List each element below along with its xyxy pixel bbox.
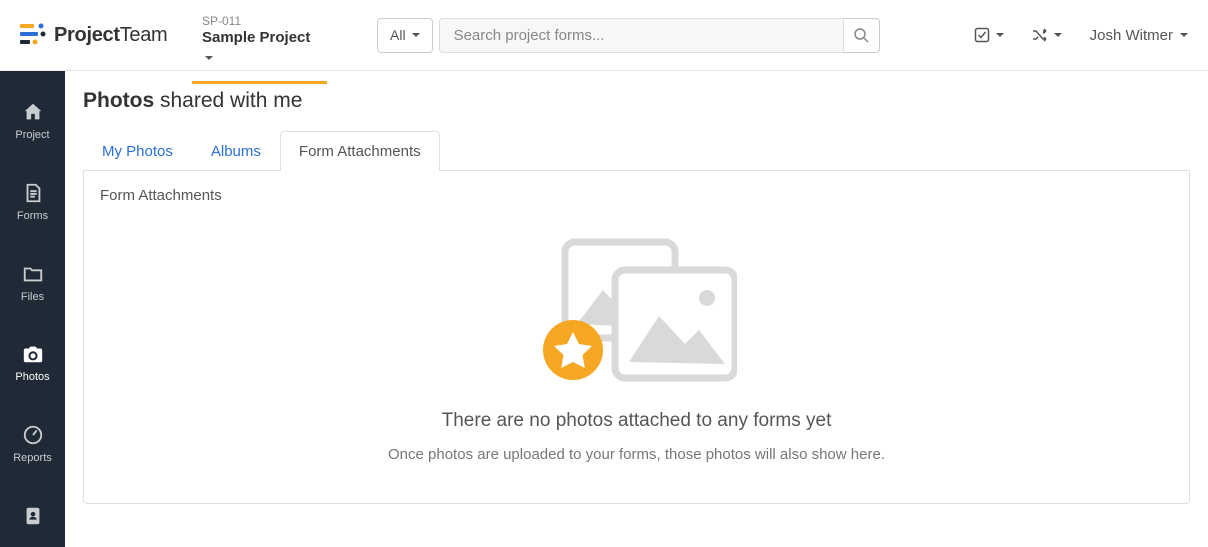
sidebar-item-label: Reports <box>0 452 65 464</box>
chevron-down-icon <box>1054 33 1062 37</box>
search-scope-dropdown[interactable]: All <box>377 18 433 53</box>
switch-dropdown[interactable] <box>1032 27 1062 43</box>
chevron-down-icon <box>1180 33 1188 37</box>
sidebar-item-project[interactable]: Project <box>0 89 65 155</box>
project-code: SP-011 <box>202 14 317 28</box>
search-button[interactable] <box>844 18 880 53</box>
tabs: My Photos Albums Form Attachments <box>83 131 1190 171</box>
folder-icon <box>22 263 44 285</box>
sidebar-item-files[interactable]: Files <box>0 251 65 317</box>
document-icon <box>22 182 44 204</box>
main-content: Photos shared with me My Photos Albums F… <box>65 71 1208 504</box>
empty-photos-icon <box>537 234 737 394</box>
brand[interactable]: ProjectTeam <box>20 22 192 48</box>
chevron-down-icon <box>412 33 420 37</box>
home-icon <box>22 101 44 123</box>
project-name: Sample Project <box>202 28 317 67</box>
tab-albums[interactable]: Albums <box>192 131 280 171</box>
tab-form-attachments[interactable]: Form Attachments <box>280 131 440 171</box>
dashboard-icon <box>22 424 44 446</box>
contact-icon <box>22 505 44 527</box>
panel-heading: Form Attachments <box>100 187 1173 204</box>
brand-logo-icon <box>20 22 46 48</box>
sidebar-item-photos[interactable]: Photos <box>0 331 65 397</box>
search-icon <box>853 27 869 43</box>
top-header: ProjectTeam SP-011 Sample Project All Jo… <box>0 0 1208 71</box>
empty-state-subtitle: Once photos are uploaded to your forms, … <box>100 446 1173 463</box>
tab-my-photos[interactable]: My Photos <box>83 131 192 171</box>
left-sidebar: Project Forms Files Photos Reports <box>0 71 65 547</box>
search-input[interactable] <box>439 18 844 53</box>
sidebar-item-label: Files <box>0 291 65 303</box>
empty-state: There are no photos attached to any form… <box>100 234 1173 463</box>
chevron-down-icon <box>205 56 213 60</box>
empty-state-title: There are no photos attached to any form… <box>100 410 1173 432</box>
approvals-dropdown[interactable] <box>974 27 1004 43</box>
sidebar-item-reports[interactable]: Reports <box>0 412 65 478</box>
user-menu[interactable]: Josh Witmer <box>1090 27 1188 44</box>
sidebar-item-forms[interactable]: Forms <box>0 170 65 236</box>
sidebar-item-label: Photos <box>0 371 65 383</box>
brand-text: ProjectTeam <box>54 24 167 47</box>
page-title: Photos shared with me <box>83 89 1190 113</box>
sidebar-item-label: Project <box>0 129 65 141</box>
project-switcher[interactable]: SP-011 Sample Project <box>192 8 327 84</box>
sidebar-item-label: Forms <box>0 210 65 222</box>
shuffle-icon <box>1032 27 1048 43</box>
chevron-down-icon <box>996 33 1004 37</box>
header-actions: Josh Witmer <box>974 27 1188 44</box>
camera-icon <box>22 343 44 365</box>
form-attachments-panel: Form Attachments There are no photos att… <box>83 171 1190 504</box>
sidebar-item-contacts[interactable] <box>0 493 65 547</box>
check-square-icon <box>974 27 990 43</box>
search-bar: All <box>377 18 880 53</box>
